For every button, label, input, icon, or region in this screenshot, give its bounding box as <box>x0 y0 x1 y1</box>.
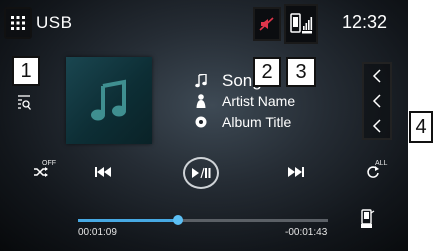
next-track-button[interactable] <box>285 163 307 181</box>
device-icon <box>361 209 375 228</box>
repeat-icon <box>367 166 379 178</box>
clock: 12:32 <box>342 12 388 32</box>
callout-1: 1 <box>12 56 40 86</box>
remaining-time: -00:01:43 <box>285 227 328 238</box>
callout-2: 2 <box>253 57 281 87</box>
person-icon <box>194 93 208 109</box>
callout-3: 3 <box>286 57 316 87</box>
shuffle-icon <box>34 167 48 177</box>
progress-fill <box>78 219 178 222</box>
phone-button[interactable] <box>284 4 318 44</box>
elapsed-time: 00:01:09 <box>78 227 117 238</box>
progress-knob[interactable] <box>173 215 183 225</box>
mute-button[interactable] <box>253 7 281 41</box>
music-note-icon <box>91 79 126 120</box>
album-title: Album Title <box>222 114 292 130</box>
list-search-icon <box>18 95 31 110</box>
chevron-left-icon[interactable] <box>372 119 382 133</box>
menu-button[interactable] <box>4 7 32 39</box>
chevron-panel <box>362 62 392 140</box>
play-pause-button[interactable] <box>183 157 219 189</box>
shuffle-button[interactable]: OFF <box>26 160 56 184</box>
list-search-button[interactable] <box>16 94 32 112</box>
play-pause-icon <box>192 167 211 179</box>
repeat-state: ALL <box>375 160 388 167</box>
previous-track-icon <box>95 167 111 177</box>
album-row: Album Title <box>194 114 291 130</box>
repeat-button[interactable]: ALL <box>358 160 388 184</box>
song-row: Song <box>194 71 262 91</box>
next-track-icon <box>288 167 304 177</box>
music-note-icon <box>194 73 208 89</box>
device-button[interactable] <box>358 208 378 232</box>
artist-name: Artist Name <box>222 93 296 109</box>
phone-signal-icon <box>290 13 313 34</box>
disc-icon <box>194 114 208 130</box>
shuffle-state: OFF <box>42 160 56 167</box>
album-art <box>66 57 152 144</box>
callout-4: 4 <box>409 111 433 143</box>
media-screen: USB 12:32 Song Artist Name Album Title O… <box>0 0 408 251</box>
previous-track-button[interactable] <box>92 163 114 181</box>
artist-row: Artist Name <box>194 93 295 109</box>
chevron-left-icon[interactable] <box>372 69 382 83</box>
speaker-mute-icon <box>259 17 274 31</box>
source-label: USB <box>36 13 73 32</box>
grid-menu-icon <box>11 16 25 30</box>
progress-bar[interactable] <box>78 215 328 225</box>
chevron-left-icon[interactable] <box>372 94 382 108</box>
